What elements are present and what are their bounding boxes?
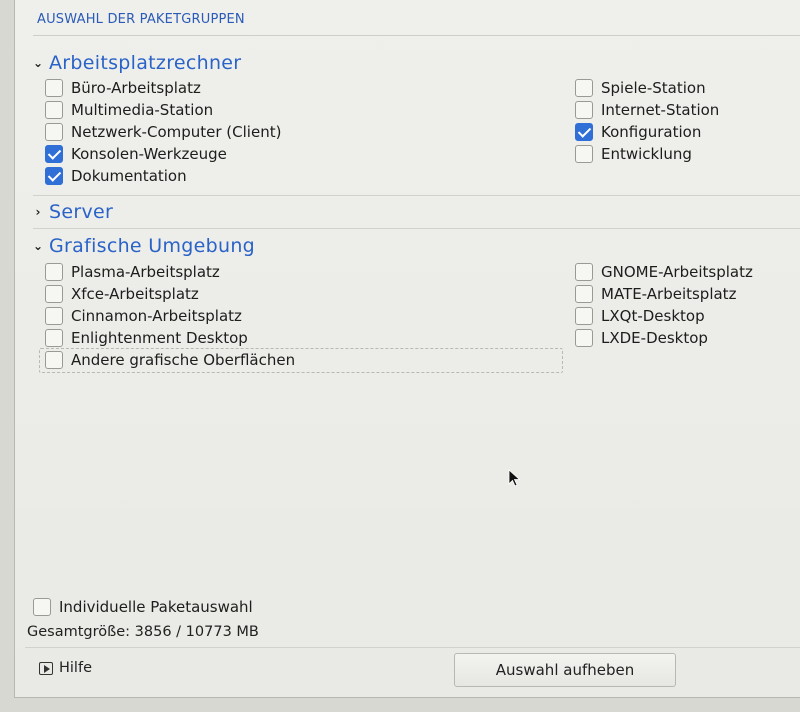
checkbox[interactable] [45, 123, 63, 141]
checkbox-label: Büro-Arbeitsplatz [71, 79, 201, 97]
chevron-down-icon: ⌄ [32, 239, 44, 253]
checkbox-mate-arbeitsplatz[interactable]: MATE-Arbeitsplatz [575, 284, 736, 304]
checkbox-label: GNOME-Arbeitsplatz [601, 263, 753, 281]
footer-divider [25, 647, 800, 648]
checkbox-netzwerk-computer[interactable]: Netzwerk-Computer (Client) [45, 122, 281, 142]
checkbox-entwicklung[interactable]: Entwicklung [575, 144, 692, 164]
checkbox[interactable] [45, 167, 63, 185]
checkbox[interactable] [575, 123, 593, 141]
checkbox-label: Konfiguration [601, 123, 702, 141]
group-header-workstation[interactable]: ⌄ Arbeitsplatzrechner [31, 52, 241, 74]
checkbox[interactable] [575, 145, 593, 163]
mouse-pointer-icon [508, 469, 521, 487]
checkbox[interactable] [45, 145, 63, 163]
checkbox-individuelle-paketauswahl[interactable]: Individuelle Paketauswahl [33, 597, 253, 617]
checkbox-label: Andere grafische Oberflächen [71, 351, 296, 369]
checkbox-gnome-arbeitsplatz[interactable]: GNOME-Arbeitsplatz [575, 262, 753, 282]
page-title: AUSWAHL DER PAKETGRUPPEN [37, 12, 245, 27]
chevron-right-icon: › [35, 205, 41, 219]
checkbox-spiele-station[interactable]: Spiele-Station [575, 78, 706, 98]
group-divider [33, 195, 800, 196]
checkbox-label: LXDE-Desktop [601, 329, 708, 347]
checkbox[interactable] [45, 351, 63, 369]
checkbox-konfiguration[interactable]: Konfiguration [575, 122, 701, 142]
checkbox[interactable] [575, 101, 593, 119]
checkbox-andere-grafische-oberflaechen[interactable]: Andere grafische Oberflächen [45, 350, 295, 370]
checkbox-internet-station[interactable]: Internet-Station [575, 100, 719, 120]
checkbox[interactable] [575, 79, 593, 97]
checkbox-buero-arbeitsplatz[interactable]: Büro-Arbeitsplatz [45, 78, 201, 98]
checkbox-label: LXQt-Desktop [601, 307, 705, 325]
group-header-server[interactable]: › Server [31, 201, 113, 223]
play-box-icon [39, 661, 53, 675]
checkbox-label: Dokumentation [71, 167, 187, 185]
help-label: Hilfe [59, 660, 92, 676]
checkbox[interactable] [45, 307, 63, 325]
checkbox-label: Plasma-Arbeitsplatz [71, 263, 220, 281]
checkbox[interactable] [575, 263, 593, 281]
group-label-graphical: Grafische Umgebung [49, 235, 256, 257]
chevron-down-icon: ⌄ [32, 56, 44, 70]
checkbox-label: Multimedia-Station [71, 101, 214, 119]
clear-selection-button[interactable]: Auswahl aufheben [454, 653, 676, 687]
help-link[interactable]: Hilfe [39, 660, 92, 676]
checkbox-label: Individuelle Paketauswahl [59, 598, 253, 616]
checkbox[interactable] [45, 263, 63, 281]
checkbox-dokumentation[interactable]: Dokumentation [45, 166, 187, 186]
group-label-server: Server [49, 201, 114, 223]
group-divider [33, 228, 800, 229]
checkbox[interactable] [45, 101, 63, 119]
title-divider [33, 35, 800, 36]
checkbox[interactable] [575, 329, 593, 347]
checkbox[interactable] [575, 307, 593, 325]
checkbox[interactable] [45, 79, 63, 97]
total-size-label: Gesamtgröße: 3856 / 10773 MB [27, 624, 259, 640]
checkbox-label: Konsolen-Werkzeuge [71, 145, 227, 163]
checkbox[interactable] [45, 329, 63, 347]
checkbox-lxqt-desktop[interactable]: LXQt-Desktop [575, 306, 705, 326]
checkbox-plasma-arbeitsplatz[interactable]: Plasma-Arbeitsplatz [45, 262, 220, 282]
checkbox-label: Xfce-Arbeitsplatz [71, 285, 199, 303]
checkbox-label: Enlightenment Desktop [71, 329, 248, 347]
checkbox-lxde-desktop[interactable]: LXDE-Desktop [575, 328, 708, 348]
checkbox-label: Cinnamon-Arbeitsplatz [71, 307, 242, 325]
checkbox-cinnamon-arbeitsplatz[interactable]: Cinnamon-Arbeitsplatz [45, 306, 242, 326]
checkbox-konsolen-werkzeuge[interactable]: Konsolen-Werkzeuge [45, 144, 227, 164]
package-group-panel: AUSWAHL DER PAKETGRUPPEN ⌄ Arbeitsplatzr… [14, 0, 800, 698]
group-label-workstation: Arbeitsplatzrechner [49, 52, 242, 74]
checkbox[interactable] [33, 598, 51, 616]
checkbox-label: Spiele-Station [601, 79, 706, 97]
group-header-graphical[interactable]: ⌄ Grafische Umgebung [31, 235, 255, 257]
checkbox-multimedia-station[interactable]: Multimedia-Station [45, 100, 213, 120]
checkbox-label: MATE-Arbeitsplatz [601, 285, 737, 303]
checkbox-enlightenment-desktop[interactable]: Enlightenment Desktop [45, 328, 248, 348]
checkbox-xfce-arbeitsplatz[interactable]: Xfce-Arbeitsplatz [45, 284, 199, 304]
checkbox[interactable] [45, 285, 63, 303]
checkbox-label: Entwicklung [601, 145, 692, 163]
checkbox-label: Internet-Station [601, 101, 720, 119]
checkbox[interactable] [575, 285, 593, 303]
checkbox-label: Netzwerk-Computer (Client) [71, 123, 282, 141]
